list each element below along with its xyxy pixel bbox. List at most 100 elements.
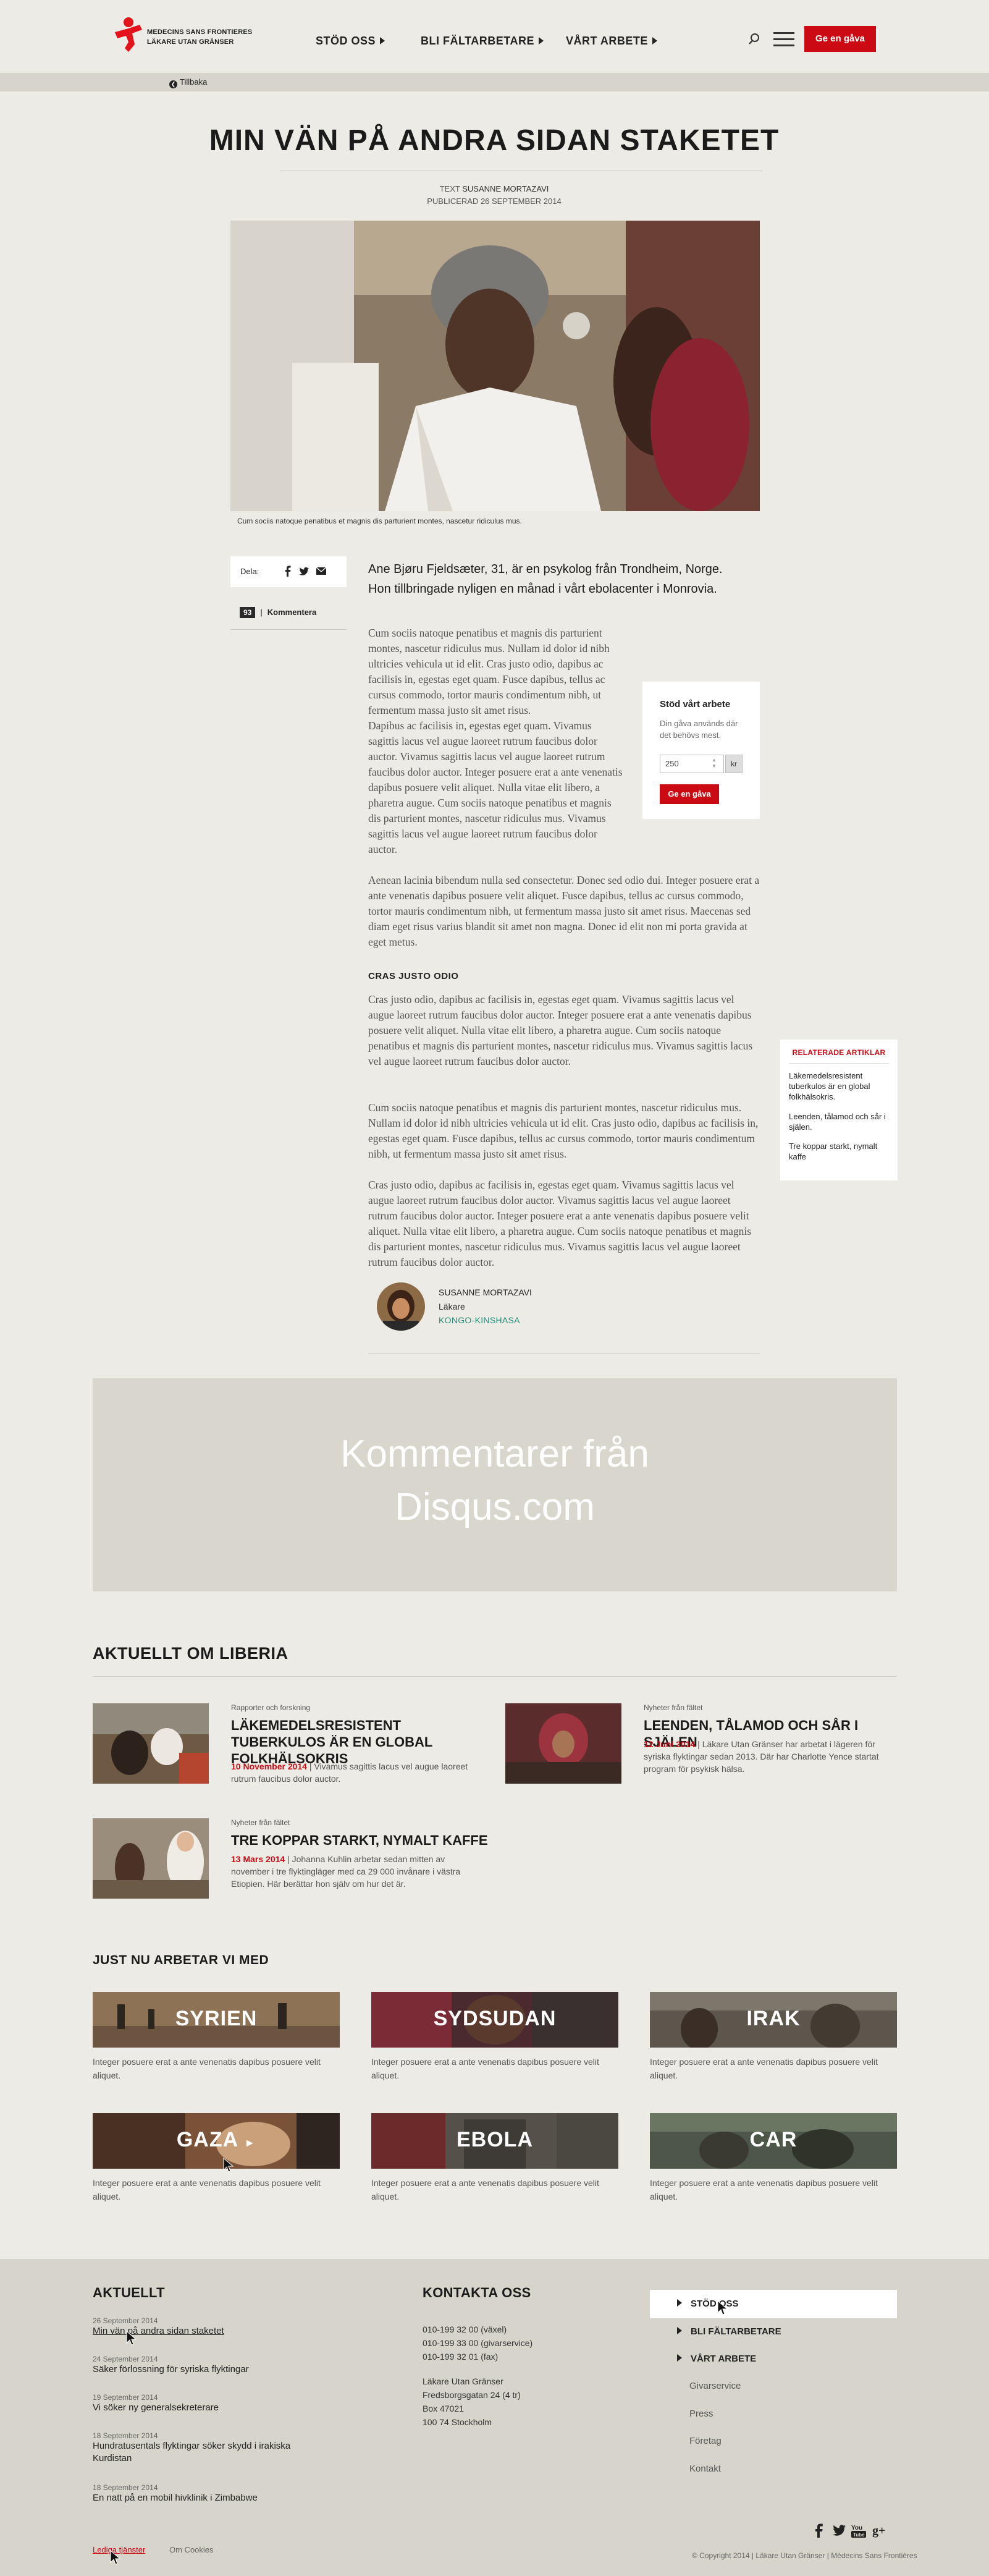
facebook-icon[interactable] <box>282 566 293 577</box>
nav-label: VÅRT ARBETE <box>566 35 648 47</box>
news-excerpt: 10 November 2014 | Vivamus sagittis lacu… <box>231 1761 468 1784</box>
disqus-comments-placeholder: Kommentarer från Disqus.com <box>93 1378 897 1591</box>
project-card-car[interactable]: CAR Integer posuere erat a ante venenati… <box>650 2113 897 2206</box>
google-plus-icon[interactable]: g+ <box>872 2523 887 2538</box>
footer-menu-stod-oss[interactable]: STÖD OSS <box>677 2298 739 2309</box>
project-label: IRAK <box>746 2007 801 2030</box>
phone-line: 010-199 32 01 (fax) <box>423 2352 499 2362</box>
footer-news-title: AKTUELLT <box>93 2285 165 2300</box>
project-text: Integer posuere erat a ante venenatis da… <box>93 2178 321 2201</box>
news-excerpt: 12 Juni 2014 | Läkare Utan Gränser har a… <box>644 1739 879 1774</box>
related-title: RELATERADE ARTIKLAR <box>792 1048 886 1057</box>
project-text: Integer posuere erat a ante venenatis da… <box>371 2178 599 2201</box>
caret-right-icon <box>652 37 657 44</box>
caret-right-icon <box>677 2354 682 2362</box>
svg-text:Tube: Tube <box>853 2532 865 2538</box>
footer-menu-highlight <box>650 2290 897 2318</box>
legal-link-cookies[interactable]: Om Cookies <box>169 2545 214 2554</box>
contact-phones: 010-199 32 00 (växel) 010-199 33 00 (giv… <box>423 2323 532 2363</box>
nav-stod-oss[interactable]: STÖD OSS <box>316 35 385 48</box>
logo-line-1: MEDECINS SANS FRONTIERES <box>147 28 253 36</box>
project-card-sydsudan[interactable]: SYDSUDAN Integer posuere erat a ante ven… <box>371 1992 618 2085</box>
footer-menu-label: VÅRT ARBETE <box>691 2354 757 2364</box>
article-title: MIN VÄN PÅ ANDRA SIDAN STAKETET <box>209 124 780 157</box>
twitter-icon[interactable] <box>831 2523 846 2538</box>
hamburger-menu-icon[interactable] <box>773 32 794 47</box>
caret-right-icon <box>677 2299 682 2307</box>
mail-icon[interactable] <box>316 566 327 577</box>
footer-news-date: 24 September 2014 <box>93 2355 158 2363</box>
news-title: LÄKEMEDELSRESISTENT TUBERKULOS ÄR EN GLO… <box>231 1718 432 1766</box>
footer-news-item[interactable]: 18 September 2014 Hundratusentals flyktin… <box>93 2431 315 2465</box>
caret-right-icon <box>538 37 544 44</box>
footer-menu-kontakt[interactable]: Kontakt <box>689 2464 721 2474</box>
project-card-syrien[interactable]: SYRIEN Integer posuere erat a ante venen… <box>93 1992 340 2085</box>
news-image <box>505 1703 621 1784</box>
facebook-icon[interactable] <box>812 2523 827 2538</box>
footer-news-date: 26 September 2014 <box>93 2316 158 2325</box>
footer-news-item[interactable]: 24 September 2014 Säker förlossning för s… <box>93 2355 352 2376</box>
news-item[interactable]: Nyheter från fältet TRE KOPPAR STARKT, N… <box>93 1818 488 1905</box>
byline-prefix: TEXT <box>439 184 460 193</box>
youtube-icon[interactable]: YouTube <box>851 2523 866 2538</box>
footer-news-date: 18 September 2014 <box>93 2431 158 2440</box>
mouse-cursor-icon <box>223 2158 234 2172</box>
phone-line: 010-199 32 00 (växel) <box>423 2324 507 2334</box>
footer-news-item[interactable]: 18 September 2014 En natt på en mobil hiv… <box>93 2483 352 2504</box>
footer-news-date: 19 September 2014 <box>93 2393 158 2402</box>
related-item[interactable]: Leenden, tålamod och sår i själen. <box>789 1111 890 1132</box>
amount-stepper-icon[interactable]: ▲ ▼ <box>712 757 717 769</box>
footer-news-title-text: Säker förlossning för syriska flyktingar <box>93 2364 249 2375</box>
nav-bli-faltarbetare[interactable]: BLI FÄLTARBETARE <box>421 35 544 48</box>
published-date: PUBLICERAD 26 SEPTEMBER 2014 <box>427 197 562 206</box>
twitter-icon[interactable] <box>298 566 309 577</box>
project-label: GAZA ► <box>93 2128 340 2152</box>
news-item[interactable]: Nyheter från fältet LEENDEN, TÅLAMOD OCH… <box>505 1703 901 1790</box>
nav-label: BLI FÄLTARBETARE <box>421 35 534 47</box>
mouse-cursor-icon <box>126 2331 137 2345</box>
footer-news-title-text: Hundratusentals flyktingar söker skydd i… <box>93 2441 291 2464</box>
project-card-gaza[interactable]: GAZA ► Integer posuere erat a ante venen… <box>93 2113 340 2206</box>
address-line: 100 74 Stockholm <box>423 2417 492 2427</box>
footer-menu-press[interactable]: Press <box>689 2409 713 2419</box>
related-item[interactable]: Tre koppar starkt, nymalt kaffe <box>789 1141 890 1162</box>
share-box: Dela: <box>230 556 347 587</box>
news-item[interactable]: Rapporter och forskning LÄKEMEDELSRESIST… <box>93 1703 488 1790</box>
nav-vart-arbete[interactable]: VÅRT ARBETE <box>566 35 657 48</box>
hero-image <box>230 221 760 511</box>
author-location-link[interactable]: KONGO-KINSHASA <box>439 1315 520 1325</box>
comment-label: Kommentera <box>267 608 317 617</box>
project-card-irak[interactable]: IRAK Integer posuere erat a ante venenat… <box>650 1992 897 2085</box>
project-label: CAR <box>749 2128 798 2151</box>
project-text: Integer posuere erat a ante venenatis da… <box>371 2057 599 2080</box>
search-icon[interactable] <box>747 32 761 46</box>
give-gift-button[interactable]: Ge en gåva <box>804 26 876 52</box>
author-avatar <box>377 1282 425 1331</box>
msf-logo[interactable]: MEDECINS SANS FRONTIERES LÄKARE UTAN GRÄ… <box>110 16 252 58</box>
divider <box>789 1063 889 1064</box>
back-link[interactable]: ❮ Tillbaka <box>169 77 207 88</box>
section-title-aktuellt: AKTUELLT OM LIBERIA <box>93 1644 288 1663</box>
byline-author: SUSANNE MORTAZAVI <box>462 184 549 193</box>
caret-right-icon: ► <box>244 2137 256 2149</box>
footer-menu-foretag[interactable]: Företag <box>689 2436 722 2446</box>
footer-menu-bli-faltarbetare[interactable]: BLI FÄLTARBETARE <box>677 2326 781 2337</box>
footer-news-item[interactable]: 19 September 2014 Vi söker ny generalsekr… <box>93 2393 352 2414</box>
caret-right-icon <box>380 37 385 44</box>
article-paragraph: Cum sociis natoque penatibus et magnis d… <box>368 627 610 716</box>
project-card-ebola[interactable]: EBOLA Integer posuere erat a ante venena… <box>371 2113 618 2206</box>
project-text: Integer posuere erat a ante venenatis da… <box>650 2178 878 2201</box>
project-label: SYDSUDAN <box>433 2007 557 2030</box>
disqus-text: Kommentarer från Disqus.com <box>340 1433 649 1528</box>
back-arrow-icon: ❮ <box>169 80 177 88</box>
footer-menu-givarservice[interactable]: Givarservice <box>689 2381 741 2391</box>
footer-menu-vart-arbete[interactable]: VÅRT ARBETE <box>677 2354 757 2364</box>
comment-link[interactable]: 93 | Kommentera <box>240 607 316 618</box>
support-give-button[interactable]: Ge en gåva <box>660 784 719 804</box>
byline: TEXT SUSANNE MORTAZAVI PUBLICERAD 26 SEP… <box>204 183 785 208</box>
footer-menu-label: STÖD OSS <box>691 2298 739 2309</box>
footer-menu-label: BLI FÄLTARBETARE <box>691 2326 781 2337</box>
footer-news-title-text: Vi söker ny generalsekreterare <box>93 2402 219 2413</box>
related-item[interactable]: Läkemedelsresistent tuberkulos är en glo… <box>789 1070 890 1102</box>
address-line: Fredsborgsgatan 24 (4 tr) <box>423 2390 521 2400</box>
